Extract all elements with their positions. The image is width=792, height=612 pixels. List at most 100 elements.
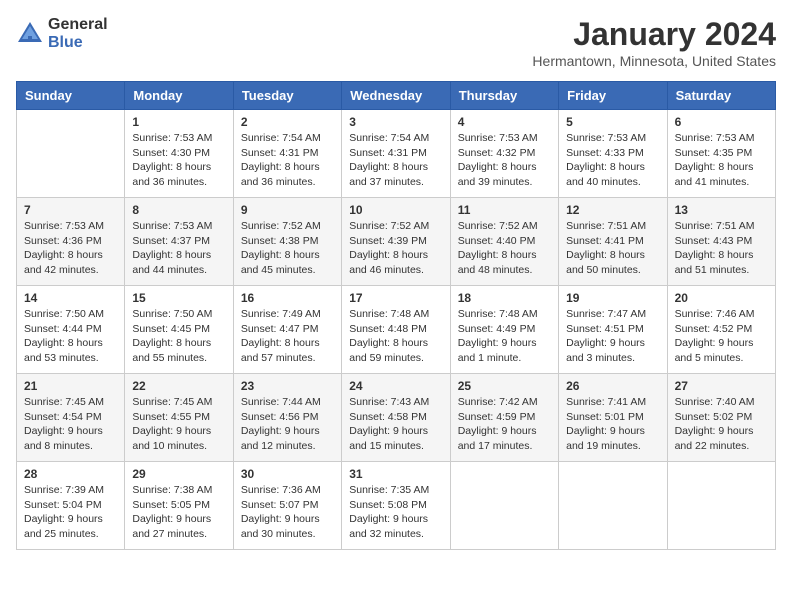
day-number: 4 xyxy=(458,115,551,129)
logo-icon xyxy=(16,20,44,48)
calendar-cell: 4 Sunrise: 7:53 AM Sunset: 4:32 PM Daylig… xyxy=(450,110,558,198)
calendar-cell: 20 Sunrise: 7:46 AM Sunset: 4:52 PM Dayli… xyxy=(667,286,775,374)
day-info: Sunrise: 7:51 AM Sunset: 4:43 PM Dayligh… xyxy=(675,219,768,278)
day-info: Sunrise: 7:48 AM Sunset: 4:49 PM Dayligh… xyxy=(458,307,551,366)
calendar-body: 1 Sunrise: 7:53 AM Sunset: 4:30 PM Daylig… xyxy=(17,110,776,550)
calendar-week-row: 1 Sunrise: 7:53 AM Sunset: 4:30 PM Daylig… xyxy=(17,110,776,198)
calendar-header: SundayMondayTuesdayWednesdayThursdayFrid… xyxy=(17,82,776,110)
day-number: 25 xyxy=(458,379,551,393)
day-info: Sunrise: 7:49 AM Sunset: 4:47 PM Dayligh… xyxy=(241,307,334,366)
day-number: 26 xyxy=(566,379,659,393)
location-text: Hermantown, Minnesota, United States xyxy=(532,53,776,69)
day-info: Sunrise: 7:50 AM Sunset: 4:44 PM Dayligh… xyxy=(24,307,117,366)
calendar-cell: 9 Sunrise: 7:52 AM Sunset: 4:38 PM Daylig… xyxy=(233,198,341,286)
day-info: Sunrise: 7:53 AM Sunset: 4:32 PM Dayligh… xyxy=(458,131,551,190)
weekday-header: Wednesday xyxy=(342,82,450,110)
day-number: 7 xyxy=(24,203,117,217)
calendar-cell xyxy=(17,110,125,198)
calendar-cell: 14 Sunrise: 7:50 AM Sunset: 4:44 PM Dayli… xyxy=(17,286,125,374)
day-number: 13 xyxy=(675,203,768,217)
day-number: 15 xyxy=(132,291,225,305)
calendar-week-row: 21 Sunrise: 7:45 AM Sunset: 4:54 PM Dayli… xyxy=(17,374,776,462)
day-info: Sunrise: 7:47 AM Sunset: 4:51 PM Dayligh… xyxy=(566,307,659,366)
day-info: Sunrise: 7:40 AM Sunset: 5:02 PM Dayligh… xyxy=(675,395,768,454)
logo: General Blue xyxy=(16,16,108,51)
calendar-cell: 11Sunrise: 7:52 AM Sunset: 4:40 PM Dayli… xyxy=(450,198,558,286)
day-info: Sunrise: 7:50 AM Sunset: 4:45 PM Dayligh… xyxy=(132,307,225,366)
calendar-cell: 21 Sunrise: 7:45 AM Sunset: 4:54 PM Dayli… xyxy=(17,374,125,462)
day-info: Sunrise: 7:45 AM Sunset: 4:55 PM Dayligh… xyxy=(132,395,225,454)
day-info: Sunrise: 7:41 AM Sunset: 5:01 PM Dayligh… xyxy=(566,395,659,454)
day-info: Sunrise: 7:35 AM Sunset: 5:08 PM Dayligh… xyxy=(349,483,442,542)
calendar-cell: 30 Sunrise: 7:36 AM Sunset: 5:07 PM Dayli… xyxy=(233,462,341,550)
day-info: Sunrise: 7:53 AM Sunset: 4:30 PM Dayligh… xyxy=(132,131,225,190)
header-row: SundayMondayTuesdayWednesdayThursdayFrid… xyxy=(17,82,776,110)
calendar-week-row: 14 Sunrise: 7:50 AM Sunset: 4:44 PM Dayli… xyxy=(17,286,776,374)
day-number: 30 xyxy=(241,467,334,481)
day-info: Sunrise: 7:43 AM Sunset: 4:58 PM Dayligh… xyxy=(349,395,442,454)
day-number: 24 xyxy=(349,379,442,393)
day-info: Sunrise: 7:36 AM Sunset: 5:07 PM Dayligh… xyxy=(241,483,334,542)
weekday-header: Sunday xyxy=(17,82,125,110)
logo-general-text: General xyxy=(48,16,108,34)
day-info: Sunrise: 7:46 AM Sunset: 4:52 PM Dayligh… xyxy=(675,307,768,366)
calendar-cell: 16 Sunrise: 7:49 AM Sunset: 4:47 PM Dayli… xyxy=(233,286,341,374)
day-info: Sunrise: 7:52 AM Sunset: 4:40 PM Dayligh… xyxy=(458,219,551,278)
calendar-cell: 27Sunrise: 7:40 AM Sunset: 5:02 PM Dayli… xyxy=(667,374,775,462)
calendar-cell: 31 Sunrise: 7:35 AM Sunset: 5:08 PM Dayli… xyxy=(342,462,450,550)
weekday-header: Friday xyxy=(559,82,667,110)
day-info: Sunrise: 7:53 AM Sunset: 4:37 PM Dayligh… xyxy=(132,219,225,278)
day-number: 2 xyxy=(241,115,334,129)
calendar-cell: 6Sunrise: 7:53 AM Sunset: 4:35 PM Daylig… xyxy=(667,110,775,198)
day-number: 20 xyxy=(675,291,768,305)
calendar-cell: 25 Sunrise: 7:42 AM Sunset: 4:59 PM Dayli… xyxy=(450,374,558,462)
day-number: 1 xyxy=(132,115,225,129)
calendar-cell: 2 Sunrise: 7:54 AM Sunset: 4:31 PM Daylig… xyxy=(233,110,341,198)
calendar-cell: 5Sunrise: 7:53 AM Sunset: 4:33 PM Daylig… xyxy=(559,110,667,198)
calendar-cell: 1 Sunrise: 7:53 AM Sunset: 4:30 PM Daylig… xyxy=(125,110,233,198)
page-header: General Blue January 2024 Hermantown, Mi… xyxy=(16,16,776,69)
calendar-cell: 12Sunrise: 7:51 AM Sunset: 4:41 PM Dayli… xyxy=(559,198,667,286)
day-number: 14 xyxy=(24,291,117,305)
day-info: Sunrise: 7:45 AM Sunset: 4:54 PM Dayligh… xyxy=(24,395,117,454)
calendar-cell: 24 Sunrise: 7:43 AM Sunset: 4:58 PM Dayli… xyxy=(342,374,450,462)
calendar-cell xyxy=(559,462,667,550)
calendar-cell: 17 Sunrise: 7:48 AM Sunset: 4:48 PM Dayli… xyxy=(342,286,450,374)
calendar-cell: 18 Sunrise: 7:48 AM Sunset: 4:49 PM Dayli… xyxy=(450,286,558,374)
logo-blue-text: Blue xyxy=(48,34,108,52)
calendar-cell xyxy=(667,462,775,550)
day-number: 8 xyxy=(132,203,225,217)
day-number: 10 xyxy=(349,203,442,217)
calendar-cell: 8 Sunrise: 7:53 AM Sunset: 4:37 PM Daylig… xyxy=(125,198,233,286)
day-info: Sunrise: 7:48 AM Sunset: 4:48 PM Dayligh… xyxy=(349,307,442,366)
day-number: 23 xyxy=(241,379,334,393)
calendar-cell: 10Sunrise: 7:52 AM Sunset: 4:39 PM Dayli… xyxy=(342,198,450,286)
weekday-header: Thursday xyxy=(450,82,558,110)
day-info: Sunrise: 7:51 AM Sunset: 4:41 PM Dayligh… xyxy=(566,219,659,278)
day-info: Sunrise: 7:38 AM Sunset: 5:05 PM Dayligh… xyxy=(132,483,225,542)
calendar-table: SundayMondayTuesdayWednesdayThursdayFrid… xyxy=(16,81,776,550)
title-block: January 2024 Hermantown, Minnesota, Unit… xyxy=(532,16,776,69)
weekday-header: Monday xyxy=(125,82,233,110)
day-info: Sunrise: 7:54 AM Sunset: 4:31 PM Dayligh… xyxy=(349,131,442,190)
day-number: 9 xyxy=(241,203,334,217)
calendar-cell: 29 Sunrise: 7:38 AM Sunset: 5:05 PM Dayli… xyxy=(125,462,233,550)
calendar-cell: 26 Sunrise: 7:41 AM Sunset: 5:01 PM Dayli… xyxy=(559,374,667,462)
day-number: 21 xyxy=(24,379,117,393)
day-number: 17 xyxy=(349,291,442,305)
calendar-cell: 13 Sunrise: 7:51 AM Sunset: 4:43 PM Dayli… xyxy=(667,198,775,286)
day-number: 31 xyxy=(349,467,442,481)
day-info: Sunrise: 7:54 AM Sunset: 4:31 PM Dayligh… xyxy=(241,131,334,190)
day-number: 29 xyxy=(132,467,225,481)
calendar-cell: 15 Sunrise: 7:50 AM Sunset: 4:45 PM Dayli… xyxy=(125,286,233,374)
day-number: 18 xyxy=(458,291,551,305)
calendar-cell: 7Sunrise: 7:53 AM Sunset: 4:36 PM Daylig… xyxy=(17,198,125,286)
day-info: Sunrise: 7:52 AM Sunset: 4:38 PM Dayligh… xyxy=(241,219,334,278)
calendar-cell: 19Sunrise: 7:47 AM Sunset: 4:51 PM Dayli… xyxy=(559,286,667,374)
weekday-header: Saturday xyxy=(667,82,775,110)
weekday-header: Tuesday xyxy=(233,82,341,110)
day-number: 16 xyxy=(241,291,334,305)
day-number: 3 xyxy=(349,115,442,129)
day-info: Sunrise: 7:39 AM Sunset: 5:04 PM Dayligh… xyxy=(24,483,117,542)
day-info: Sunrise: 7:42 AM Sunset: 4:59 PM Dayligh… xyxy=(458,395,551,454)
